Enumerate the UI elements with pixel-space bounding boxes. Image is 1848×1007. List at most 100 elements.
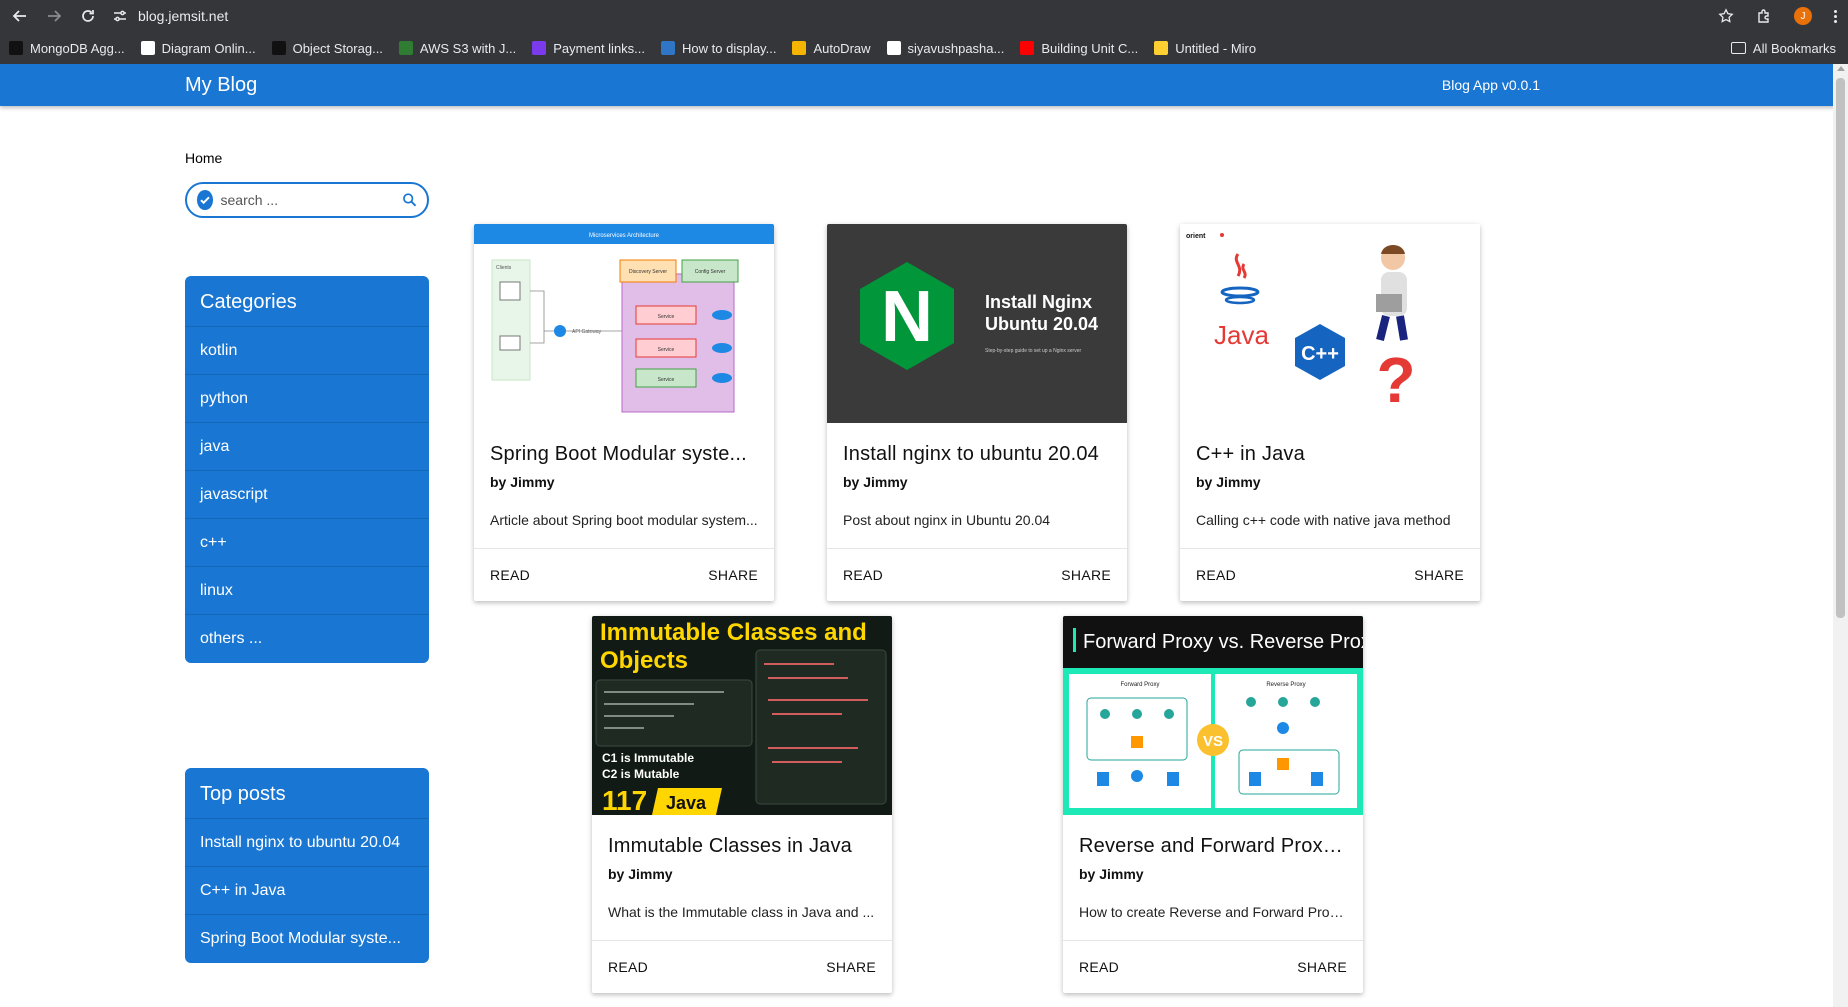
svg-text:VS: VS	[1203, 733, 1223, 750]
svg-text:Ubuntu 20.04: Ubuntu 20.04	[985, 314, 1098, 334]
back-button[interactable]	[6, 2, 34, 30]
category-item[interactable]: kotlin	[185, 327, 429, 375]
svg-text:orient: orient	[1186, 233, 1206, 240]
post-excerpt: What is the Immutable class in Java and …	[608, 904, 875, 920]
post-title[interactable]: Reverse and Forward Proxy...	[1079, 835, 1347, 858]
share-button[interactable]: SHARE	[708, 567, 758, 583]
bookmark-item[interactable]: Building Unit C...	[1020, 41, 1138, 56]
svg-text:Forward Proxy vs. Reverse Prox: Forward Proxy vs. Reverse Proxy	[1083, 631, 1363, 653]
medium-icon	[9, 41, 23, 55]
category-item[interactable]: others ...	[185, 615, 429, 663]
post-thumbnail[interactable]: orient Java C++ ?	[1180, 224, 1480, 423]
bookmark-label: Object Storag...	[292, 40, 383, 56]
svg-text:Service: Service	[658, 314, 675, 320]
read-button[interactable]: READ	[1079, 959, 1119, 975]
top-post-item[interactable]: Spring Boot Modular syste...	[185, 915, 429, 963]
bookmark-label: How to display...	[682, 40, 777, 56]
share-button[interactable]: SHARE	[826, 959, 876, 975]
search-box[interactable]	[185, 182, 429, 218]
svg-text:API Gateway: API Gateway	[572, 329, 602, 335]
bookmark-item[interactable]: Payment links...	[532, 41, 645, 56]
svg-text:Service: Service	[658, 347, 675, 353]
read-button[interactable]: READ	[490, 567, 530, 583]
bookmark-label: Payment links...	[553, 40, 646, 56]
post-title[interactable]: C++ in Java	[1196, 443, 1464, 466]
svg-text:Objects: Objects	[600, 647, 688, 674]
bookmark-label: Building Unit C...	[1041, 40, 1139, 56]
stripe-icon	[532, 41, 547, 55]
share-button[interactable]: SHARE	[1414, 567, 1464, 583]
share-button[interactable]: SHARE	[1061, 567, 1111, 583]
url-text[interactable]: blog.jemsit.net	[138, 8, 228, 24]
reload-button[interactable]	[74, 2, 102, 30]
browser-toolbar: blog.jemsit.net J	[0, 0, 1848, 32]
read-button[interactable]: READ	[608, 959, 648, 975]
menu-icon[interactable]	[1834, 9, 1838, 23]
bookmark-item[interactable]: siyavushpasha...	[886, 40, 1005, 56]
post-excerpt: Post about nginx in Ubuntu 20.04	[843, 512, 1051, 528]
extensions-icon[interactable]	[1756, 8, 1772, 24]
category-item[interactable]: python	[185, 375, 429, 423]
profile-avatar[interactable]: J	[1794, 7, 1812, 25]
google-icon	[886, 41, 901, 55]
bookmark-item[interactable]: Diagram Onlin...	[140, 41, 256, 56]
medium-icon	[271, 41, 286, 55]
read-button[interactable]: READ	[843, 567, 883, 583]
page-scrollbar[interactable]	[1833, 64, 1848, 1007]
top-post-item[interactable]: Install nginx to ubuntu 20.04	[185, 819, 429, 867]
share-button[interactable]: SHARE	[1297, 959, 1347, 975]
svg-text:Immutable Classes and: Immutable Classes and	[600, 619, 867, 646]
post-author: by Jimmy	[608, 866, 673, 882]
youtube-icon	[1020, 41, 1035, 55]
post-thumbnail[interactable]: Microservices Architecture Clients API G…	[474, 224, 774, 423]
bookmark-label: MongoDB Agg...	[30, 40, 125, 56]
post-title[interactable]: Immutable Classes in Java	[608, 835, 876, 858]
categories-panel: Categories kotlin python java javascript c++…	[185, 276, 429, 663]
scroll-up-icon[interactable]	[1837, 66, 1845, 71]
bookmark-item[interactable]: AutoDraw	[792, 40, 871, 56]
read-button[interactable]: READ	[1196, 567, 1236, 583]
svg-text:C++: C++	[1301, 343, 1339, 365]
svg-text:Reverse Proxy: Reverse Proxy	[1266, 682, 1305, 688]
category-item[interactable]: javascript	[185, 471, 429, 519]
post-thumbnail[interactable]: Forward Proxy vs. Reverse Proxy Forward …	[1063, 616, 1363, 815]
star-icon[interactable]	[1718, 8, 1734, 24]
scrollbar-thumb[interactable]	[1836, 78, 1845, 618]
post-card: Immutable Classes and Objects C1 is Immu…	[592, 616, 892, 993]
bookmark-item[interactable]: AWS S3 with J...	[398, 40, 517, 56]
post-title[interactable]: Spring Boot Modular syste...	[490, 443, 758, 466]
svg-text:Discovery Server: Discovery Server	[629, 269, 667, 275]
bookmark-item[interactable]: Untitled - Miro	[1154, 41, 1256, 56]
bookmark-label: AWS S3 with J...	[419, 40, 517, 56]
svg-text:Microservices Architecture: Microservices Architecture	[589, 233, 660, 239]
bookmark-item[interactable]: How to display...	[661, 41, 776, 56]
post-thumbnail[interactable]: Immutable Classes and Objects C1 is Immu…	[592, 616, 892, 815]
brand-title[interactable]: My Blog	[185, 74, 257, 97]
bookmark-label: siyavushpasha...	[907, 40, 1005, 56]
post-title[interactable]: Install nginx to ubuntu 20.04	[843, 443, 1111, 466]
bookmark-label: Untitled - Miro	[1175, 40, 1257, 56]
all-bookmarks-button[interactable]: All Bookmarks	[1730, 32, 1836, 64]
bookmark-item[interactable]: Object Storag...	[271, 40, 383, 56]
forward-button[interactable]	[40, 2, 68, 30]
page-viewport: My Blog Blog App v0.0.1 Home Categories …	[0, 64, 1848, 1007]
top-post-item[interactable]: C++ in Java	[185, 867, 429, 915]
category-item[interactable]: c++	[185, 519, 429, 567]
arrow-left-icon	[12, 10, 26, 22]
post-author: by Jimmy	[843, 474, 908, 490]
post-thumbnail[interactable]: N Install Nginx Ubuntu 20.04 Step-by-ste…	[827, 224, 1127, 423]
svg-text:C2 is Mutable: C2 is Mutable	[602, 767, 680, 781]
search-icon[interactable]	[402, 190, 418, 210]
breadcrumb[interactable]: Home	[185, 150, 222, 166]
search-input[interactable]	[220, 192, 402, 208]
top-posts-title: Top posts	[185, 768, 429, 819]
autodraw-icon	[792, 41, 807, 55]
site-settings-icon[interactable]	[112, 8, 128, 24]
app-version: Blog App v0.0.1	[1441, 77, 1540, 93]
address-bar[interactable]: blog.jemsit.net	[112, 3, 228, 29]
category-item[interactable]: java	[185, 423, 429, 471]
bookmark-item[interactable]: MongoDB Agg...	[9, 41, 125, 56]
category-item[interactable]: linux	[185, 567, 429, 615]
bookmark-label: AutoDraw	[813, 40, 871, 56]
svg-text:Java: Java	[1214, 320, 1269, 350]
